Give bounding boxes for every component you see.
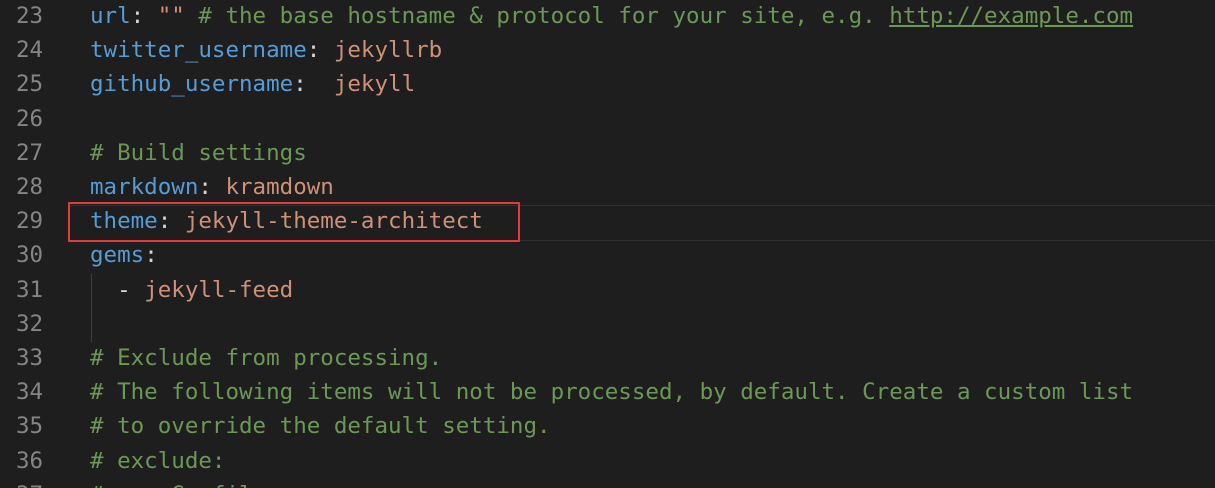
yaml-key: url [90, 3, 131, 29]
yaml-comment: # exclude: [90, 447, 226, 474]
line-content: # Exclude from processing. [90, 341, 442, 375]
yaml-value: jekyllrb [333, 37, 443, 64]
yaml-key: twitter_username [90, 37, 307, 64]
code-line[interactable]: 33 # Exclude from processing. [0, 341, 1215, 375]
line-number: 28 [16, 174, 44, 200]
code-line[interactable]: 34 # The following items will not be proc… [0, 375, 1215, 409]
code-line[interactable]: 24 twitter_username: jekyllrb [0, 33, 1215, 67]
code-line[interactable]: 26 [0, 102, 1215, 136]
code-line[interactable]: 23 url: "" # the base hostname & protocol… [0, 0, 1215, 33]
yaml-value: jekyll [333, 71, 416, 98]
line-content: gems: [90, 238, 158, 272]
line-content: # exclude: [90, 444, 225, 478]
code-line[interactable]: 30 gems: [0, 238, 1215, 272]
yaml-comment: # The following items will not be proces… [90, 379, 1134, 406]
line-number: 27 [16, 139, 44, 166]
line-content: # Build settings [90, 136, 307, 170]
yaml-key: markdown [90, 174, 199, 200]
line-number: 29 [16, 208, 44, 235]
line-number: 37 [0, 478, 64, 488]
yaml-separator: : [157, 208, 185, 235]
line-number: 32 [16, 310, 44, 337]
line-content: # to override the default setting. [90, 409, 551, 443]
line-number: 34 [16, 379, 44, 406]
line-content: github_username: jekyll [90, 67, 415, 101]
line-number: 30 [16, 242, 44, 269]
yaml-comment: # Exclude from processing. [90, 345, 443, 371]
code-line[interactable]: 37 # - Gemfile [0, 478, 1215, 488]
yaml-comment: # - Gemfile [90, 482, 266, 488]
line-number: 33 [16, 345, 44, 371]
code-line[interactable]: 32 [0, 307, 1215, 341]
code-line[interactable]: 36 # exclude: [0, 444, 1215, 478]
yaml-separator: : [306, 37, 334, 64]
link-text[interactable]: http://example.com [889, 3, 1133, 29]
yaml-value: "" [157, 3, 185, 29]
yaml-comment: # to override the default setting. [90, 413, 551, 440]
line-number: 23 [16, 3, 44, 29]
yaml-key: gems [90, 242, 145, 269]
yaml-comment: # the base hostname & protocol for your … [184, 3, 890, 29]
line-number: 25 [16, 71, 44, 98]
line-number: 31 [16, 276, 44, 303]
line-content: - jekyll-feed [90, 273, 293, 307]
line-content: # - Gemfile [90, 478, 266, 488]
yaml-separator: : [293, 71, 334, 98]
line-number: 35 [16, 413, 44, 440]
line-number: 36 [16, 447, 44, 474]
line-content: url: "" # the base hostname & protocol f… [90, 0, 1133, 33]
yaml-separator: : [144, 242, 158, 269]
indent-dash: - [90, 276, 145, 303]
line-content: twitter_username: jekyllrb [90, 33, 442, 67]
yaml-value: jekyll-theme-architect [184, 208, 483, 235]
line-content: markdown: kramdown [90, 170, 334, 204]
code-line[interactable]: 35 # to override the default setting. [0, 409, 1215, 443]
line-content: # The following items will not be proces… [90, 375, 1133, 409]
code-line[interactable]: 27 # Build settings [0, 136, 1215, 170]
code-line[interactable]: 31 - jekyll-feed [0, 273, 1215, 307]
yaml-key: theme [90, 208, 158, 235]
line-number: 26 [16, 105, 44, 132]
code-line[interactable]: 28 markdown: kramdown [0, 170, 1215, 204]
yaml-comment: # Build settings [90, 139, 307, 166]
code-line[interactable]: 29 theme: jekyll-theme-architect [0, 204, 1215, 238]
yaml-value: jekyll-feed [144, 276, 294, 303]
yaml-separator: : [198, 174, 226, 200]
line-content: theme: jekyll-theme-architect [90, 204, 483, 238]
yaml-value: kramdown [225, 174, 334, 200]
yaml-separator: : [130, 3, 158, 29]
code-line[interactable]: 25 github_username: jekyll [0, 67, 1215, 101]
code-editor[interactable]: 23 url: "" # the base hostname & protocol… [0, 0, 1215, 488]
yaml-key: github_username [90, 71, 294, 98]
line-number: 24 [16, 37, 44, 64]
